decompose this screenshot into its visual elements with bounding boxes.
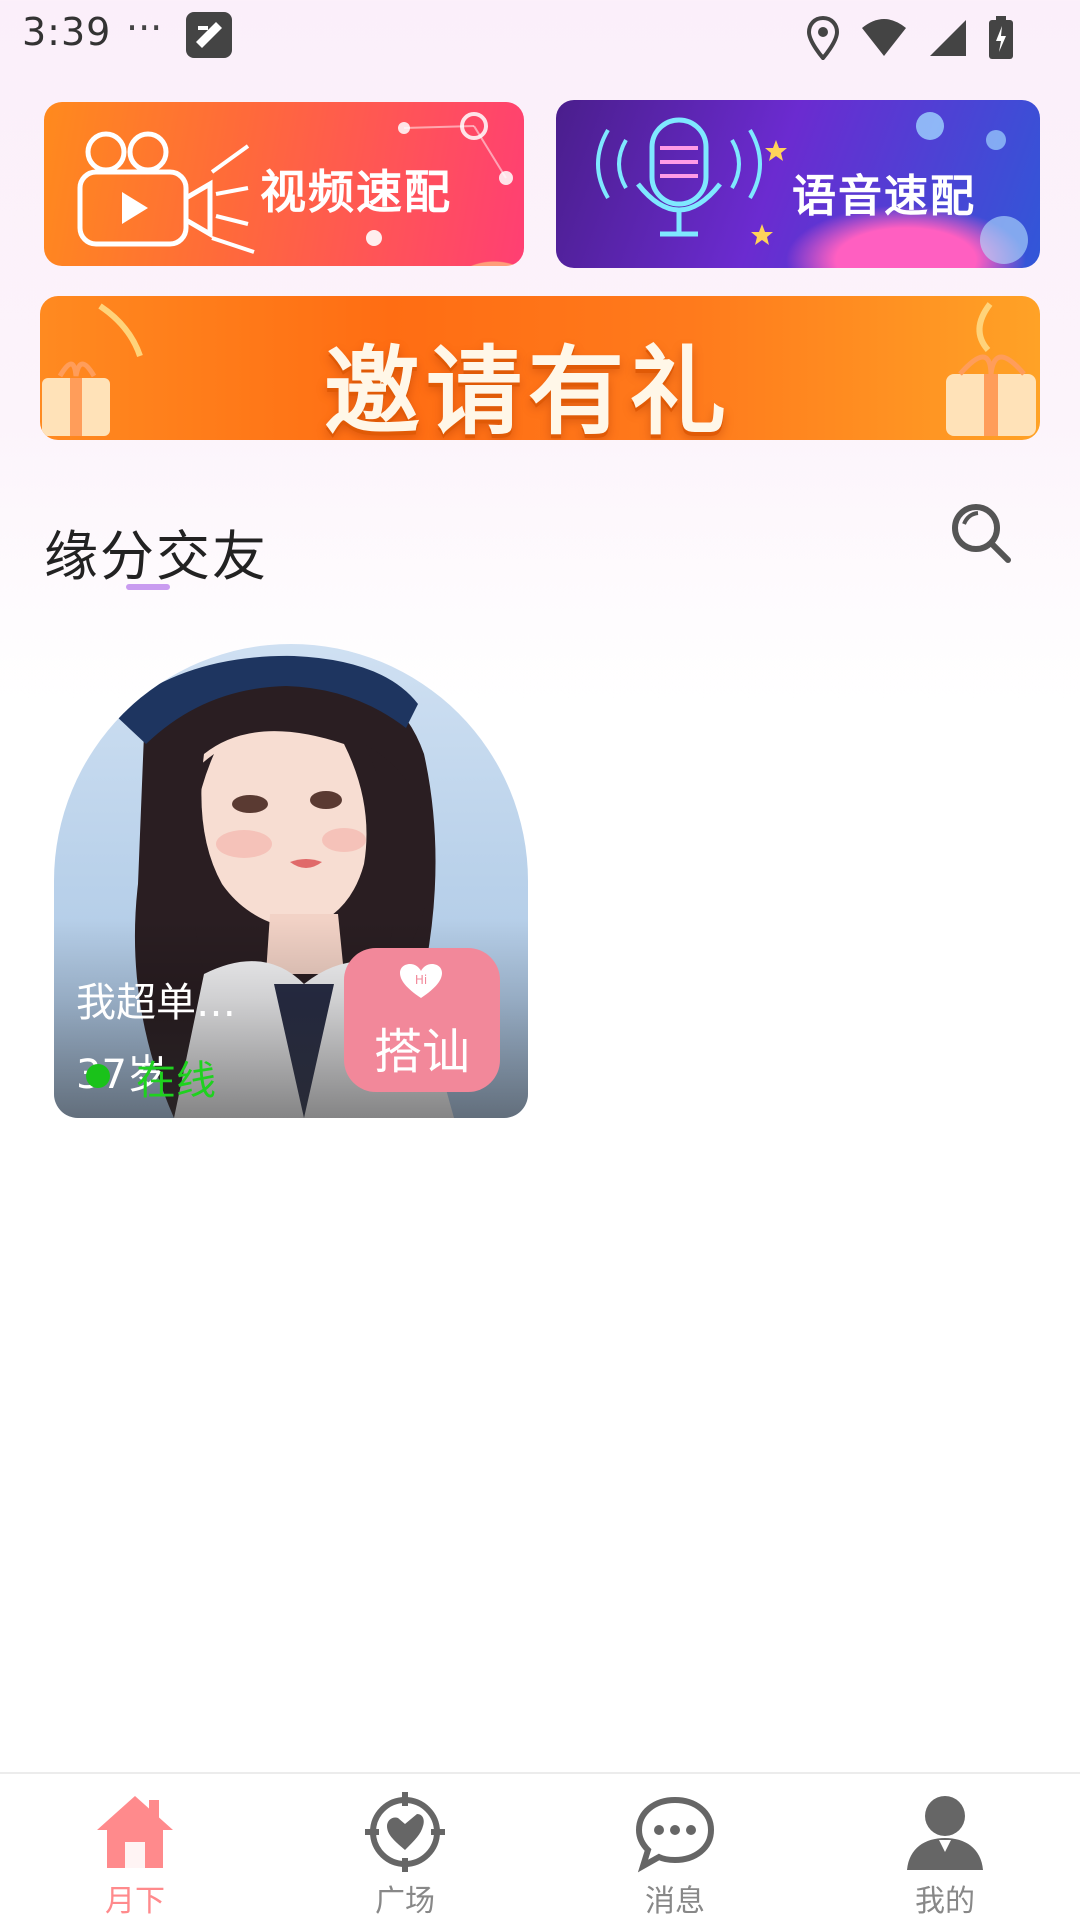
greet-badge-text: Hi bbox=[415, 973, 427, 987]
compass-heart-icon bbox=[365, 1792, 445, 1872]
invite-banner[interactable]: 邀请有礼 bbox=[40, 296, 1040, 440]
nav-item-messages[interactable]: 消息 bbox=[540, 1774, 810, 1920]
video-match-label: 视频速配 bbox=[260, 165, 452, 219]
profile-name: 我超单… bbox=[76, 980, 236, 1026]
wifi-icon bbox=[862, 19, 906, 56]
nav-label-square: 广场 bbox=[375, 1884, 435, 1919]
invite-label: 邀请有礼 bbox=[324, 336, 732, 440]
nav-item-profile[interactable]: 我的 bbox=[810, 1774, 1080, 1920]
online-status-text: 在线 bbox=[136, 1058, 216, 1104]
bottom-nav: 月下 广场 消息 我的 bbox=[0, 1772, 1080, 1920]
greet-button[interactable]: Hi 搭讪 bbox=[344, 948, 500, 1092]
video-match-card[interactable]: 视频速配 bbox=[44, 102, 524, 266]
notification-dots: ··· bbox=[126, 6, 163, 50]
signal-icon bbox=[930, 20, 966, 56]
home-icon bbox=[97, 1796, 173, 1868]
heart-hi-icon: Hi bbox=[400, 964, 442, 998]
online-status-dot bbox=[86, 1064, 110, 1088]
nav-label-profile: 我的 bbox=[915, 1884, 975, 1919]
nav-label-messages: 消息 bbox=[645, 1884, 705, 1919]
voice-match-label: 语音速配 bbox=[792, 171, 976, 222]
person-icon bbox=[907, 1796, 983, 1870]
status-time: 3:39 bbox=[22, 10, 112, 54]
search-button[interactable] bbox=[948, 500, 1014, 566]
section-title: 缘分交友 bbox=[44, 525, 268, 588]
nav-item-square[interactable]: 广场 bbox=[270, 1774, 540, 1920]
voice-match-card[interactable]: 语音速配 bbox=[556, 100, 1040, 268]
battery-icon bbox=[989, 16, 1013, 59]
greet-label: 搭讪 bbox=[373, 1024, 470, 1080]
nav-label-home: 月下 bbox=[105, 1884, 165, 1919]
chat-bubble-icon bbox=[635, 1796, 715, 1873]
location-icon bbox=[806, 16, 840, 60]
search-icon bbox=[952, 504, 1011, 563]
app-notification-icon bbox=[186, 12, 232, 58]
title-underline bbox=[126, 584, 170, 590]
status-icons bbox=[806, 14, 1014, 62]
status-bar: 3:39 ··· bbox=[0, 0, 1080, 76]
profile-card[interactable]: 我超单… 37岁 在线 Hi 搭讪 bbox=[54, 644, 528, 1118]
nav-item-home[interactable]: 月下 bbox=[0, 1774, 270, 1920]
